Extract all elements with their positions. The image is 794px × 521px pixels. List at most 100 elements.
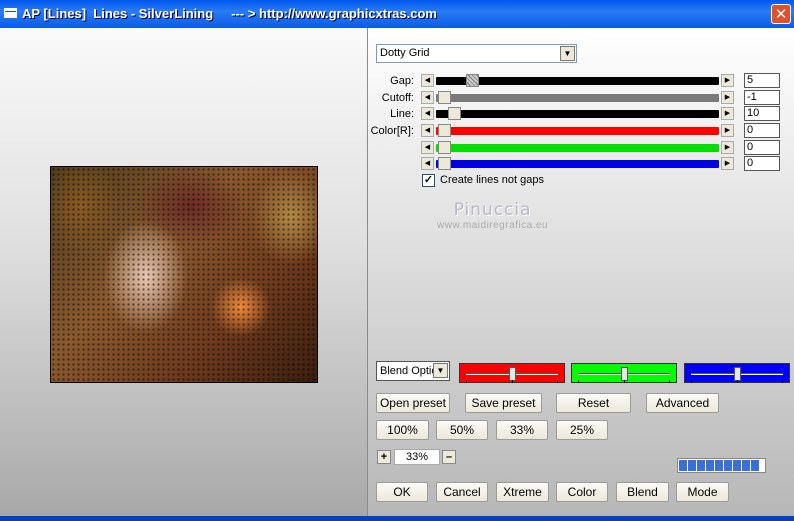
color-button[interactable]: Color: [556, 482, 608, 502]
tick-mark: [669, 380, 670, 383]
zoom-33-button[interactable]: 33%: [496, 420, 548, 440]
line-slider-thumb[interactable]: [448, 107, 461, 120]
title-bar: AP [Lines] Lines - SilverLining --- > ht…: [0, 0, 794, 28]
arrow-left-icon[interactable]: ◀: [421, 124, 434, 137]
ok-button[interactable]: OK: [376, 482, 428, 502]
open-preset-button[interactable]: Open preset: [376, 393, 450, 413]
tick-mark: [578, 380, 579, 383]
progress-segment: [733, 460, 741, 471]
window-title: AP [Lines] Lines - SilverLining --- > ht…: [22, 6, 437, 21]
cutoff-label: Cutoff:: [381, 92, 414, 104]
zoom-50-button[interactable]: 50%: [436, 420, 488, 440]
arrow-left-icon[interactable]: ◀: [421, 74, 434, 87]
zoom-level-field[interactable]: 33%: [394, 449, 440, 465]
progress-segment: [679, 460, 687, 471]
blend-options-dropdown[interactable]: Blend Optic ▼: [376, 361, 450, 381]
line-slider-track[interactable]: [436, 110, 719, 118]
progress-segment: [706, 460, 714, 471]
progress-bar: [677, 458, 766, 473]
reset-button[interactable]: Reset: [556, 393, 631, 413]
progress-segment: [715, 460, 723, 471]
cutoff-slider-track[interactable]: [436, 94, 719, 102]
arrow-left-icon[interactable]: ◀: [421, 141, 434, 154]
watermark-site: www.maidiregrafica.eu: [437, 220, 549, 231]
progress-segment: [751, 460, 759, 471]
zoom-25-button[interactable]: 25%: [556, 420, 608, 440]
progress-segment: [688, 460, 696, 471]
app-icon: [4, 8, 17, 18]
arrow-left-icon[interactable]: ◀: [421, 107, 434, 120]
arrow-right-icon[interactable]: ▶: [721, 157, 734, 170]
tick-mark: [557, 380, 558, 383]
line-label: Line:: [390, 108, 414, 120]
advanced-button[interactable]: Advanced: [646, 393, 719, 413]
blend-button[interactable]: Blend: [616, 482, 669, 502]
red-channel-slider[interactable]: [459, 363, 565, 383]
cutoff-value[interactable]: -1: [744, 90, 780, 105]
color-r-label: Color[R]:: [370, 125, 414, 137]
color-g-slider-thumb[interactable]: [438, 141, 451, 154]
color-r-slider-thumb[interactable]: [438, 124, 451, 137]
arrow-right-icon[interactable]: ▶: [721, 141, 734, 154]
color-g-slider[interactable]: ◀ ▶: [421, 141, 738, 154]
cutoff-slider[interactable]: ◀ ▶: [421, 91, 738, 104]
create-lines-label[interactable]: Create lines not gaps: [440, 174, 544, 186]
color-g-value[interactable]: 0: [744, 140, 780, 155]
color-b-slider-track[interactable]: [436, 160, 719, 168]
progress-segment: [724, 460, 732, 471]
color-b-value[interactable]: 0: [744, 156, 780, 171]
xtreme-button[interactable]: Xtreme: [496, 482, 549, 502]
color-r-value[interactable]: 0: [744, 123, 780, 138]
gap-value[interactable]: 5: [744, 73, 780, 88]
preview-image[interactable]: [50, 166, 318, 383]
color-b-slider[interactable]: ◀ ▶: [421, 157, 738, 170]
arrow-right-icon[interactable]: ▶: [721, 74, 734, 87]
arrow-right-icon[interactable]: ▶: [721, 91, 734, 104]
watermark-name: Pinuccia: [453, 200, 532, 220]
progress-segment: [697, 460, 705, 471]
red-channel-knob[interactable]: [509, 367, 516, 381]
watermark: Pinuccia www.maidiregrafica.eu: [437, 200, 548, 231]
effect-dropdown-value: Dotty Grid: [380, 47, 430, 59]
zoom-in-button[interactable]: +: [377, 450, 391, 464]
arrow-left-icon[interactable]: ◀: [421, 91, 434, 104]
blend-options-value: Blend Optic: [380, 365, 437, 377]
gap-slider-thumb[interactable]: [466, 74, 479, 87]
cancel-button[interactable]: Cancel: [436, 482, 488, 502]
zoom-out-button[interactable]: –: [442, 450, 456, 464]
line-value[interactable]: 10: [744, 106, 780, 121]
color-b-slider-thumb[interactable]: [438, 157, 451, 170]
color-r-slider[interactable]: ◀ ▶: [421, 124, 738, 137]
tick-mark: [624, 380, 625, 383]
tick-mark: [691, 380, 692, 383]
blue-channel-slider[interactable]: [684, 363, 790, 383]
arrow-left-icon[interactable]: ◀: [421, 157, 434, 170]
window-bottom-border: [0, 516, 794, 521]
tick-mark: [737, 380, 738, 383]
tick-mark: [466, 380, 467, 383]
mode-button[interactable]: Mode: [676, 482, 729, 502]
effect-dropdown[interactable]: Dotty Grid ▼: [376, 44, 577, 63]
green-channel-knob[interactable]: [621, 367, 628, 381]
gap-label: Gap:: [390, 75, 414, 87]
color-r-slider-track[interactable]: [436, 127, 719, 135]
tick-mark: [782, 380, 783, 383]
progress-segment: [742, 460, 750, 471]
arrow-right-icon[interactable]: ▶: [721, 107, 734, 120]
chevron-down-icon[interactable]: ▼: [433, 363, 448, 378]
create-lines-checkbox[interactable]: ✓: [422, 174, 435, 187]
cutoff-slider-thumb[interactable]: [438, 91, 451, 104]
chevron-down-icon[interactable]: ▼: [560, 46, 575, 61]
preview-pane: [0, 28, 368, 516]
blue-channel-knob[interactable]: [734, 367, 741, 381]
color-g-slider-track[interactable]: [436, 144, 719, 152]
tick-mark: [512, 380, 513, 383]
arrow-right-icon[interactable]: ▶: [721, 124, 734, 137]
zoom-100-button[interactable]: 100%: [376, 420, 429, 440]
save-preset-button[interactable]: Save preset: [465, 393, 542, 413]
line-slider[interactable]: ◀ ▶: [421, 107, 738, 120]
green-channel-slider[interactable]: [571, 363, 677, 383]
close-button[interactable]: ✕: [771, 4, 791, 24]
gap-slider[interactable]: ◀ ▶: [421, 74, 738, 87]
dialog-client: Dotty Grid ▼ Gap: ◀ ▶ 5 Cutoff: ◀ ▶ -1 L…: [0, 28, 794, 516]
